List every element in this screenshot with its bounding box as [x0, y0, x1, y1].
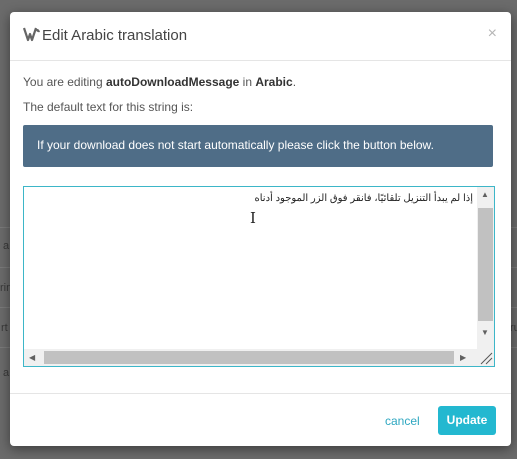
background-text-fragment: a — [3, 367, 10, 379]
horizontal-scroll-thumb[interactable] — [44, 351, 454, 364]
modal-body: You are editing autoDownloadMessage in A… — [10, 61, 511, 392]
weblate-logo-icon — [22, 26, 41, 42]
close-icon[interactable]: × — [488, 25, 497, 43]
string-key: autoDownloadMessage — [105, 75, 240, 89]
modal-footer: cancel Update — [10, 393, 511, 447]
vertical-scroll-thumb[interactable] — [478, 208, 493, 321]
translation-text[interactable]: إذا لم يبدأ التنزيل تلقائيًا، فانقر فوق … — [255, 193, 474, 204]
text-cursor-icon: I — [250, 209, 256, 227]
translation-textarea[interactable]: إذا لم يبدأ التنزيل تلقائيًا، فانقر فوق … — [23, 186, 495, 367]
editing-prefix: You are editing — [23, 75, 106, 89]
scroll-down-icon[interactable]: ▼ — [481, 328, 489, 337]
modal-header: Edit Arabic translation × — [10, 12, 511, 61]
background-text-fragment: rt — [1, 322, 8, 334]
editing-info: You are editing autoDownloadMessage in A… — [23, 75, 296, 89]
horizontal-scrollbar[interactable]: ◀ ▶ — [24, 349, 477, 366]
edit-translation-modal: Edit Arabic translation × You are editin… — [10, 12, 511, 446]
scroll-right-icon[interactable]: ▶ — [460, 353, 466, 362]
background-text-fragment: ru — [510, 322, 517, 334]
scroll-left-icon[interactable]: ◀ — [29, 353, 35, 362]
modal-title: Edit Arabic translation — [42, 27, 188, 44]
default-label: The default text for this string is: — [23, 100, 194, 114]
vertical-scrollbar[interactable]: ▲ ▼ — [477, 187, 494, 349]
default-text: If your download does not start automati… — [37, 138, 434, 152]
update-button[interactable]: Update — [438, 406, 496, 435]
scroll-up-icon[interactable]: ▲ — [481, 190, 489, 199]
resize-handle-icon[interactable] — [477, 349, 494, 366]
default-text-box: If your download does not start automati… — [23, 125, 493, 167]
editing-middle: in — [239, 75, 256, 89]
language-name: Arabic — [255, 75, 293, 89]
background-text-fragment: a — [3, 240, 10, 252]
cancel-button[interactable]: cancel — [385, 414, 420, 428]
editing-suffix: . — [292, 75, 297, 89]
